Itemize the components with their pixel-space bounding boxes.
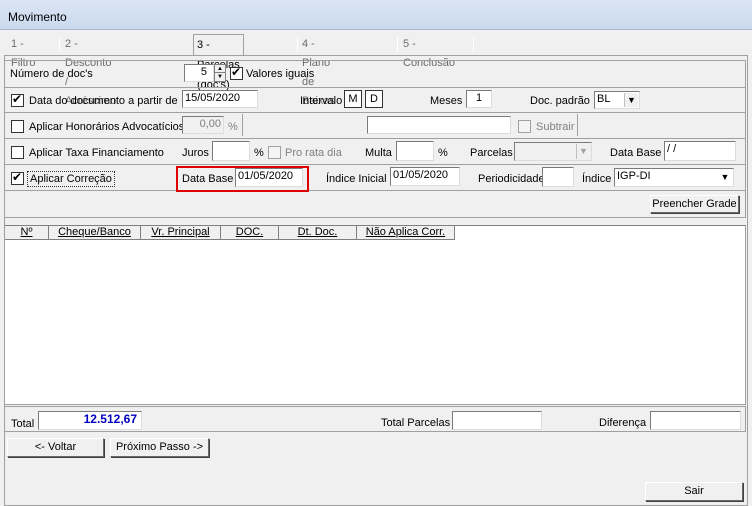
multa-label: Multa: [365, 147, 392, 159]
divider: [5, 138, 745, 139]
intervalo-d-button[interactable]: D: [365, 90, 383, 108]
title-bar: Movimento: [0, 0, 752, 30]
doc-padrao-select[interactable]: BL ▼: [594, 91, 640, 109]
correcao-checkbox[interactable]: ✔: [11, 170, 24, 185]
spin-up-icon[interactable]: ▲: [215, 65, 225, 73]
valores-iguais-checkbox[interactable]: ✔: [230, 65, 243, 80]
valores-iguais-label: Valores iguais: [246, 68, 315, 80]
doc-padrao-label: Doc. padrão: [530, 95, 590, 107]
data-doc-checkbox[interactable]: ✔: [11, 92, 24, 107]
tab-separator: [397, 37, 398, 52]
tab-parcelas[interactable]: 3 - Parcelas (doc's): [193, 34, 244, 91]
tab-separator: [297, 37, 298, 52]
periodicidade-input[interactable]: [542, 167, 574, 187]
meses-input[interactable]: 1: [466, 90, 492, 108]
subtrair-checkbox[interactable]: [518, 120, 531, 133]
column-header-nao-aplica-corr[interactable]: Não Aplica Corr.: [357, 226, 455, 240]
taxa-data-base-label: Data Base: [610, 147, 662, 159]
diferenca-label: Diferença: [599, 417, 647, 429]
chevron-down-icon[interactable]: ▼: [718, 170, 732, 185]
juros-label: Juros: [182, 147, 209, 159]
indice-select[interactable]: IGP-DI ▼: [614, 168, 734, 187]
sair-button[interactable]: Sair: [645, 482, 743, 501]
tab-separator: [473, 37, 474, 52]
column-header-doc[interactable]: DOC.: [221, 226, 279, 240]
voltar-button[interactable]: <- Voltar: [7, 438, 104, 457]
column-header-cheque-banco[interactable]: Cheque/Banco: [49, 226, 141, 240]
indice-label: Índice: [582, 173, 612, 185]
subtrair-label: Subtrair: [536, 121, 575, 133]
taxa-data-base-input[interactable]: / /: [664, 141, 736, 161]
parcelas-select[interactable]: ▼: [514, 142, 592, 161]
multa-input[interactable]: [396, 141, 434, 161]
taxa-checkbox[interactable]: [11, 146, 24, 159]
data-doc-input[interactable]: 15/05/2020: [182, 90, 258, 108]
total-parcelas-label: Total Parcelas: [381, 417, 451, 429]
column-header-dt-doc[interactable]: Dt. Doc.: [279, 226, 357, 240]
total-parcelas-input: [452, 411, 542, 430]
pro-rata-checkbox[interactable]: [268, 146, 281, 159]
indice-value: IGP-DI: [617, 170, 651, 182]
parcelas-grid[interactable]: Nº Cheque/Banco Vr. Principal DOC. Dt. D…: [4, 225, 746, 405]
tab-desconto-acrescimo[interactable]: 2 - Desconto / Acréscimo: [62, 35, 119, 107]
honorarios-desc-input[interactable]: [367, 116, 511, 134]
check-icon: ✔: [12, 92, 23, 106]
tab-filtro[interactable]: 1 - Filtro: [8, 35, 38, 69]
indice-inicial-label: Índice Inicial: [326, 173, 387, 185]
divider: [5, 112, 745, 113]
num-docs-input[interactable]: 5: [184, 64, 214, 82]
chevron-down-icon[interactable]: ▼: [576, 144, 590, 159]
meses-label: Meses: [430, 95, 463, 107]
spin-down-icon[interactable]: ▼: [215, 73, 225, 81]
column-header-numero[interactable]: Nº: [5, 226, 49, 240]
juros-percent-label: %: [254, 147, 264, 159]
proximo-passo-button[interactable]: Próximo Passo ->: [110, 438, 209, 457]
divider: [242, 114, 243, 136]
preencher-grade-button[interactable]: Preencher Grade: [650, 195, 739, 213]
check-icon: ✔: [231, 65, 242, 79]
periodicidade-label: Periodicidade: [478, 173, 545, 185]
column-header-vr-principal[interactable]: Vr. Principal: [141, 226, 221, 240]
total-label: Total: [11, 418, 35, 430]
honorarios-input[interactable]: 0,00: [182, 116, 224, 134]
check-icon: ✔: [12, 170, 23, 184]
divider: [5, 87, 745, 88]
divider: [5, 164, 745, 165]
num-docs-spinner[interactable]: ▲ ▼: [214, 64, 226, 82]
num-docs-label: Número de doc's: [10, 68, 93, 80]
tab-plano-baixas[interactable]: 4 - Plano de Baixas: [299, 35, 338, 107]
diferenca-input: [650, 411, 741, 430]
divider: [577, 114, 578, 136]
tab-conclusao[interactable]: 5 - Conclusão: [400, 35, 458, 69]
honorarios-checkbox[interactable]: [11, 120, 24, 133]
tab-separator: [59, 37, 60, 52]
honorarios-label: Aplicar Honorários Advocatícios: [29, 121, 185, 133]
doc-padrao-value: BL: [597, 93, 611, 105]
correcao-label: Aplicar Correção: [27, 171, 115, 187]
intervalo-label: Intervalo: [300, 95, 343, 107]
taxa-label: Aplicar Taxa Financiamento: [29, 147, 164, 159]
multa-percent-label: %: [438, 147, 448, 159]
indice-inicial-input[interactable]: 01/05/2020: [390, 167, 460, 186]
options-group: [4, 60, 746, 218]
correcao-data-base-input[interactable]: 01/05/2020: [235, 168, 303, 187]
pro-rata-label: Pro rata dia: [285, 147, 342, 159]
data-doc-label: Data do documento a partir de: [29, 95, 178, 107]
honorarios-percent-label: %: [228, 121, 238, 133]
window-title: Movimento: [8, 10, 67, 24]
intervalo-m-button[interactable]: M: [344, 90, 362, 108]
parcelas-label: Parcelas: [470, 147, 513, 159]
juros-input[interactable]: [212, 141, 250, 161]
divider: [5, 190, 745, 191]
chevron-down-icon[interactable]: ▼: [624, 93, 638, 107]
correcao-data-base-label: Data Base: [182, 173, 234, 185]
total-value: 12.512,67: [38, 411, 142, 430]
